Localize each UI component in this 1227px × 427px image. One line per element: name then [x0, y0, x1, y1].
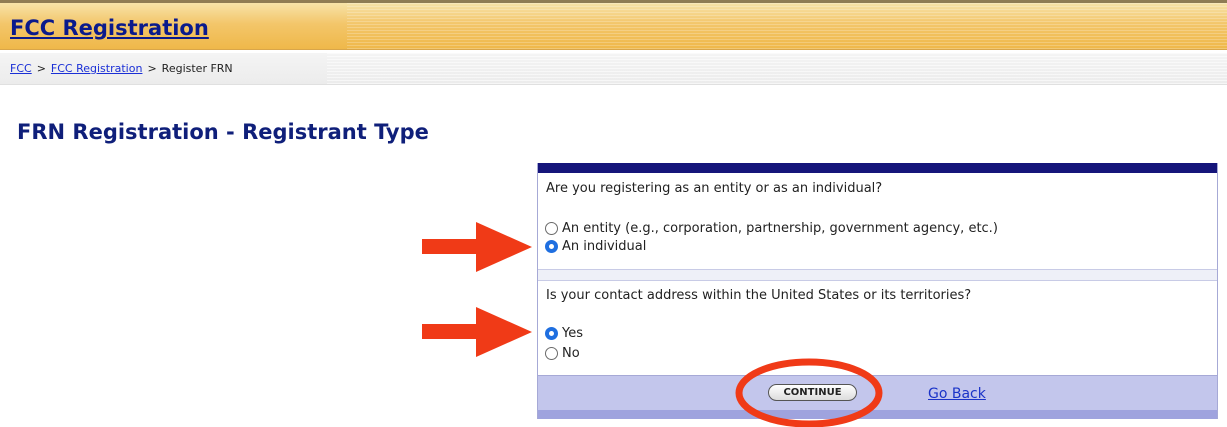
page-title: FRN Registration - Registrant Type: [17, 120, 429, 144]
breadcrumb-link-fcc[interactable]: FCC: [10, 62, 32, 75]
breadcrumb-separator: >: [36, 62, 46, 75]
radio-entity[interactable]: [545, 222, 558, 235]
option-label-yes: Yes: [562, 326, 583, 341]
radio-yes[interactable]: [545, 327, 558, 340]
breadcrumb: FCC > FCC Registration > Register FRN: [10, 62, 233, 75]
annotation-circle-icon: [735, 358, 883, 427]
site-title-link[interactable]: FCC Registration: [10, 16, 209, 40]
question-us-address: Is your contact address within the Unite…: [546, 288, 972, 303]
radio-no[interactable]: [545, 347, 558, 360]
question-entity-type: Are you registering as an entity or as a…: [546, 181, 883, 196]
go-back-link[interactable]: Go Back: [928, 386, 986, 402]
breadcrumb-link-fcc-registration[interactable]: FCC Registration: [51, 62, 143, 75]
breadcrumb-separator: >: [147, 62, 157, 75]
question-section-entity-type: Are you registering as an entity or as a…: [538, 173, 1217, 280]
breadcrumb-stripes: [327, 53, 1227, 84]
radio-individual[interactable]: [545, 240, 558, 253]
site-header: FCC Registration: [0, 0, 1227, 50]
header-stripes: [347, 3, 1227, 49]
option-label-entity: An entity (e.g., corporation, partnershi…: [562, 221, 998, 236]
option-label-individual: An individual: [562, 239, 647, 254]
breadcrumb-bar: FCC > FCC Registration > Register FRN: [0, 53, 1227, 85]
annotation-arrow-icon: [422, 222, 532, 272]
option-label-no: No: [562, 346, 580, 361]
annotation-arrow-icon: [422, 307, 532, 357]
breadcrumb-current: Register FRN: [161, 62, 233, 75]
panel-top-bar: [538, 163, 1217, 173]
